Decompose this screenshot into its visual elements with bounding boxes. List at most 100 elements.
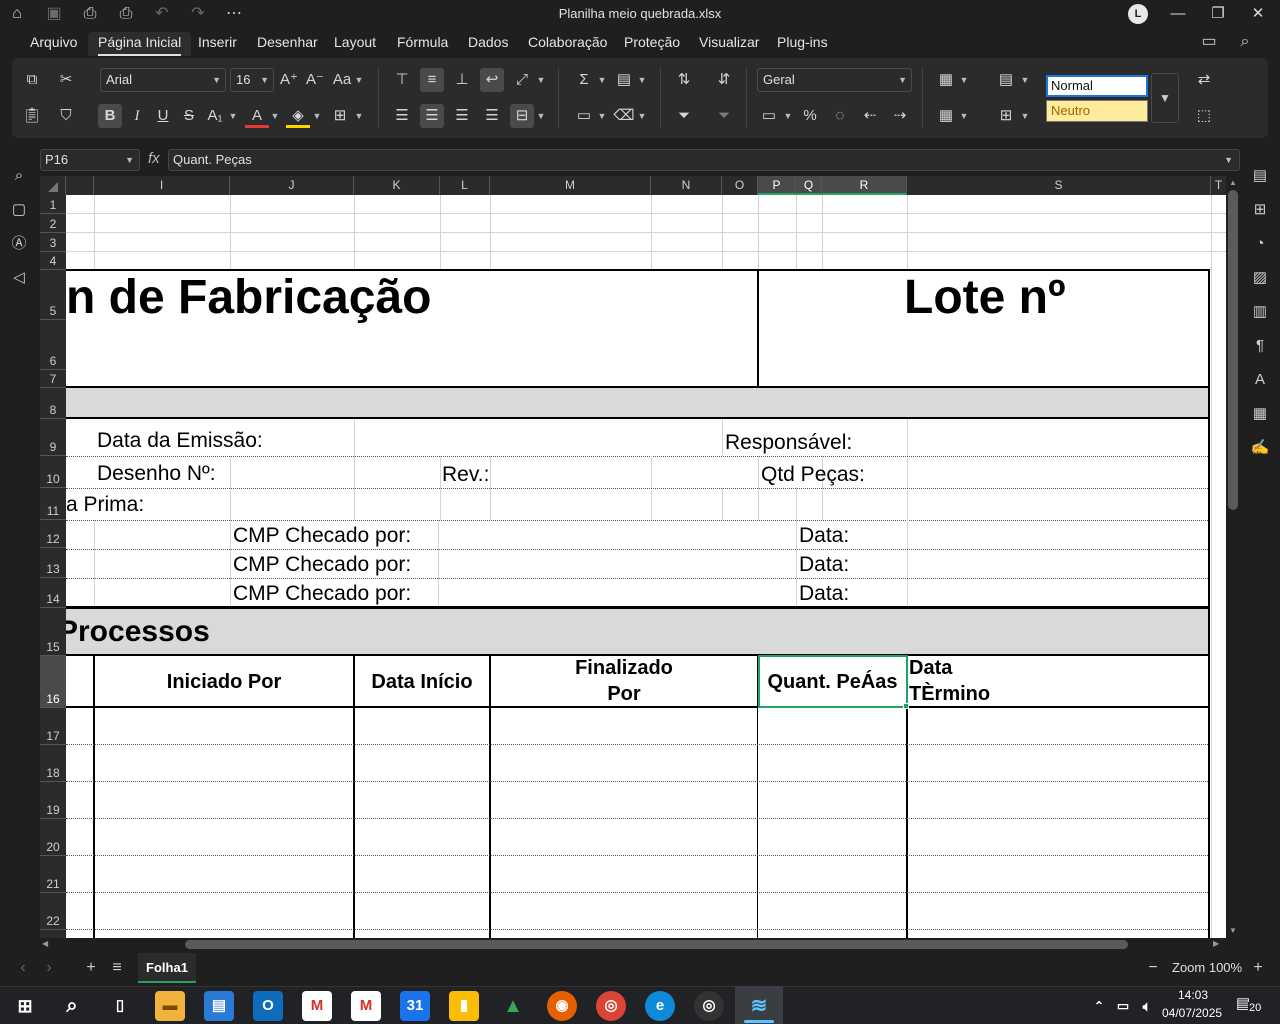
scroll-left-icon[interactable]: ◀ (42, 939, 52, 949)
signature-icon[interactable]: ✍ (1249, 437, 1271, 459)
image-settings-icon[interactable]: ▨ (1249, 267, 1271, 289)
menu-inserir[interactable]: Inserir (198, 32, 237, 56)
font-name-select[interactable]: Arial ▼ (100, 68, 226, 92)
menu-dados[interactable]: Dados (468, 32, 508, 56)
chevron-down-icon[interactable]: ▼ (228, 104, 238, 128)
cell-grid[interactable]: n de Fabricação Lote nº Data da Emissão:… (66, 195, 1226, 938)
sheet-tab-folha1[interactable]: Folha1 (138, 953, 196, 983)
next-sheet-icon[interactable]: › (38, 957, 60, 979)
styles-expand-button[interactable]: ▼ (1151, 73, 1179, 123)
chevron-down-icon[interactable]: ▼ (783, 104, 793, 128)
cell-settings-icon[interactable]: ▤ (1249, 165, 1271, 187)
selected-cell[interactable] (758, 655, 908, 708)
close-button[interactable]: ✕ (1238, 2, 1278, 26)
volume-icon[interactable]: 🔈︎ (1132, 991, 1162, 1021)
strikethrough-button[interactable]: S (177, 104, 201, 128)
notifications-button[interactable]: ▤ 20 (1236, 994, 1266, 1018)
insert-shape-icon[interactable]: ▭ (572, 104, 596, 128)
outlook-icon[interactable]: O (253, 991, 283, 1021)
chevron-down-icon[interactable]: ▼ (637, 68, 647, 92)
chevron-down-icon[interactable]: ▼ (597, 104, 607, 128)
gmail-icon[interactable]: M (302, 991, 332, 1021)
chevron-down-icon[interactable]: ▼ (536, 68, 546, 92)
gmail-alt-icon[interactable]: M (351, 991, 381, 1021)
avatar[interactable]: L (1128, 4, 1148, 24)
zoom-in-icon[interactable]: + (1247, 957, 1269, 979)
conditional-format-icon[interactable]: ▦ (934, 68, 958, 92)
style-neutro[interactable]: Neutro (1046, 100, 1148, 122)
column-header-j[interactable]: J (230, 176, 354, 195)
column-header-n[interactable]: N (651, 176, 722, 195)
add-sheet-icon[interactable]: + (80, 957, 102, 979)
horizontal-scroll-thumb[interactable] (185, 940, 1128, 949)
chevron-down-icon[interactable]: ▼ (354, 68, 364, 92)
style-normal[interactable]: Normal (1046, 75, 1148, 97)
row-header[interactable]: 15 (40, 608, 66, 656)
clear-filter-icon[interactable]: ⏷ (712, 104, 736, 128)
align-middle-icon[interactable]: ≡ (420, 68, 444, 92)
taskbar-search-icon[interactable]: ⌕ (57, 991, 87, 1021)
firefox-icon[interactable]: ◉ (547, 991, 577, 1021)
file-explorer-icon[interactable]: ▬ (155, 991, 185, 1021)
chevron-down-icon[interactable]: ▼ (354, 104, 364, 128)
justify-icon[interactable]: ☰ (480, 104, 504, 128)
calendar-icon[interactable]: 31 (400, 991, 430, 1021)
folder-icon[interactable]: ▭ (1198, 32, 1220, 52)
redo-icon[interactable]: ↷ (187, 4, 209, 24)
filter-icon[interactable]: ⏷ (672, 104, 696, 128)
clock-time[interactable]: 14:03 (1178, 988, 1208, 1002)
borders-icon[interactable]: ⊞ (328, 104, 352, 128)
align-center-icon[interactable]: ☰ (420, 104, 444, 128)
store-icon[interactable]: ▤ (204, 991, 234, 1021)
row-header[interactable]: 11 (40, 488, 66, 520)
row-header[interactable]: 13 (40, 548, 66, 578)
increase-decimal-icon[interactable]: ⇢ (888, 104, 912, 128)
sort-descending-icon[interactable]: ⇵ (712, 68, 736, 92)
row-header[interactable]: 18 (40, 745, 66, 782)
menu-protecao[interactable]: Proteção (624, 32, 680, 56)
name-box[interactable]: P16 ▼ (40, 149, 140, 171)
row-header[interactable]: 3 (40, 233, 66, 252)
drive-icon[interactable]: ▲ (498, 991, 528, 1021)
sheet-list-icon[interactable]: ≡ (106, 957, 128, 979)
comment-icon[interactable]: ▢ (8, 199, 30, 221)
prev-sheet-icon[interactable]: ‹ (12, 957, 34, 979)
column-header-i[interactable]: I (94, 176, 230, 195)
cell-styles-icon[interactable]: ▦ (934, 104, 958, 128)
sum-icon[interactable]: Σ (572, 68, 596, 92)
keep-icon[interactable]: ▮ (449, 991, 479, 1021)
scroll-right-icon[interactable]: ▶ (1213, 939, 1223, 949)
zoom-level[interactable]: Zoom 100% (1172, 960, 1242, 975)
sort-ascending-icon[interactable]: ⇅ (672, 68, 696, 92)
accounting-icon[interactable]: ◌ (828, 104, 852, 128)
chevron-down-icon[interactable]: ▼ (270, 104, 280, 128)
merge-center-icon[interactable]: ⊟ (510, 104, 534, 128)
more-icon[interactable]: ⋯ (223, 4, 245, 24)
subscript-icon[interactable]: A₁ (203, 104, 227, 128)
menu-pagina-inicial[interactable]: Página Inicial (88, 32, 192, 56)
row-header[interactable]: 19 (40, 782, 66, 819)
align-top-icon[interactable]: ⊤ (390, 68, 414, 92)
bold-button[interactable]: B (98, 104, 122, 128)
row-header[interactable]: 2 (40, 214, 66, 233)
windows-start-icon[interactable]: ⊞ (10, 991, 40, 1021)
select-all-button[interactable] (40, 176, 66, 195)
chevron-down-icon[interactable]: ▼ (637, 104, 647, 128)
find-replace-icon[interactable]: ⇄ (1192, 68, 1216, 92)
home-icon[interactable]: ⌂ (6, 4, 28, 24)
eraser-icon[interactable]: ⌫ (612, 104, 636, 128)
onlyoffice-icon[interactable]: ≋ (744, 991, 774, 1021)
menu-desenhar[interactable]: Desenhar (257, 32, 318, 56)
menu-plugins[interactable]: Plug-ins (777, 32, 828, 56)
menu-formula[interactable]: Fórmula (397, 32, 448, 56)
fill-color-icon[interactable]: ◈ (286, 104, 310, 128)
decrease-decimal-icon[interactable]: ⇠ (858, 104, 882, 128)
save-icon[interactable]: ▣ (43, 4, 65, 24)
row-header[interactable]: 7 (40, 370, 66, 388)
row-header[interactable]: 16 (40, 656, 66, 708)
chevron-down-icon[interactable]: ▼ (1020, 68, 1030, 92)
shape-settings-icon[interactable]: ◔ (1249, 233, 1271, 255)
font-color-icon[interactable]: A (245, 104, 269, 128)
chevron-down-icon[interactable]: ▼ (597, 68, 607, 92)
column-header-r[interactable]: R (822, 176, 907, 195)
